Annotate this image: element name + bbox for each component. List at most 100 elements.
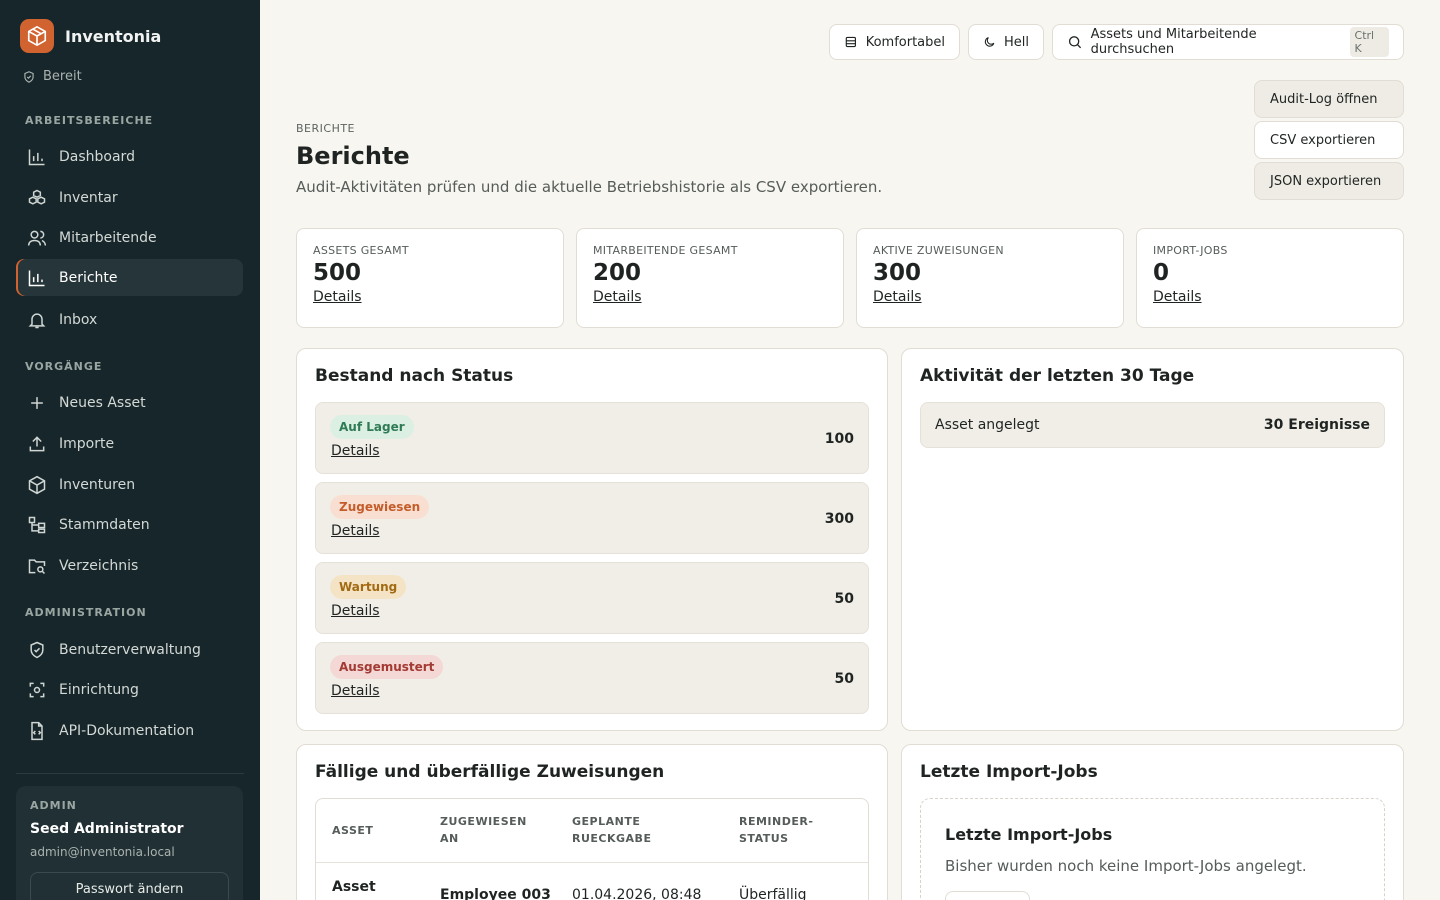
sidebar-item-einrichtung[interactable]: Einrichtung <box>16 671 243 708</box>
kpi-card-import-jobs: IMPORT-JOBS 0 Details <box>1136 228 1404 328</box>
sidebar-item-label: Neues Asset <box>59 394 146 411</box>
cell-asset[interactable]: Asset <box>332 879 376 896</box>
column-header-return: GEPLANTE RUECKGABE <box>572 815 652 845</box>
bell-icon <box>28 312 46 328</box>
status-count: 100 <box>824 431 854 447</box>
kpi-details-link[interactable]: Details <box>1153 289 1202 305</box>
sidebar-item-inbox[interactable]: Inbox <box>16 301 243 338</box>
theme-label: Hell <box>1004 34 1029 50</box>
import-jobs-panel: Letzte Import-Jobs Letzte Import-Jobs Bi… <box>901 744 1404 900</box>
kpi-value: 200 <box>593 260 642 286</box>
moon-icon <box>984 37 995 47</box>
status-details-link[interactable]: Details <box>331 683 380 699</box>
sidebar-item-benutzerverwaltung[interactable]: Benutzerverwaltung <box>16 631 243 668</box>
layout-icon <box>845 36 856 48</box>
nav-section-vorgaenge: VORGÄNGE <box>25 360 103 373</box>
kpi-details-link[interactable]: Details <box>313 289 362 305</box>
shield-icon <box>30 641 44 658</box>
kpi-label: IMPORT-JOBS <box>1153 244 1228 257</box>
cell-return-date: 01.04.2026, 08:48 <box>572 887 702 900</box>
bar-chart-icon <box>28 270 45 286</box>
status-label: Bereit <box>43 69 82 84</box>
sidebar-item-label: Inbox <box>59 311 98 328</box>
change-password-button[interactable]: Passwort ändern <box>30 872 229 900</box>
boxes-icon <box>28 189 46 205</box>
kpi-value: 500 <box>313 260 362 286</box>
due-assignments-table: ASSET ZUGEWIESEN AN GEPLANTE RUECKGABE R… <box>315 798 869 900</box>
panel-title: Aktivität der letzten 30 Tage <box>920 366 1195 386</box>
file-code-icon <box>31 721 43 740</box>
status-count: 50 <box>834 591 854 607</box>
package-icon <box>28 475 46 494</box>
sidebar-item-neues-asset[interactable]: Neues Asset <box>16 384 243 421</box>
panel-title: Bestand nach Status <box>315 366 514 386</box>
density-label: Komfortabel <box>865 34 945 50</box>
tree-icon <box>28 516 46 533</box>
column-header-assignee: ZUGEWIESEN AN <box>440 815 527 845</box>
sidebar-item-label: Mitarbeitende <box>59 229 157 246</box>
logo-cube-icon <box>20 19 54 53</box>
status-details-link[interactable]: Details <box>331 523 380 539</box>
sidebar-item-mitarbeitende[interactable]: Mitarbeitende <box>16 219 243 256</box>
export-csv-button[interactable]: CSV exportieren <box>1254 121 1404 159</box>
shield-check-icon <box>24 70 34 83</box>
status-details-link[interactable]: Details <box>331 603 380 619</box>
page-subtitle: Audit-Aktivitäten prüfen und die aktuell… <box>296 178 883 196</box>
kpi-value: 300 <box>873 260 922 286</box>
sidebar-item-label: Verzeichnis <box>59 557 139 574</box>
kpi-card-assets: ASSETS GESAMT 500 Details <box>296 228 564 328</box>
sidebar-item-label: Berichte <box>59 269 118 286</box>
panel-title: Fällige und überfällige Zuweisungen <box>315 762 665 782</box>
density-toggle-button[interactable]: Komfortabel <box>829 24 960 60</box>
sidebar-item-berichte[interactable]: Berichte <box>16 259 243 296</box>
sidebar-item-stammdaten[interactable]: Stammdaten <box>16 506 243 543</box>
app-name: Inventonia <box>65 26 162 46</box>
user-card: ADMIN Seed Administrator admin@inventoni… <box>16 786 243 900</box>
nav-section-arbeitsbereiche: ARBEITSBEREICHE <box>25 114 154 127</box>
kpi-label: MITARBEITENDE GESAMT <box>593 244 738 257</box>
kpi-details-link[interactable]: Details <box>873 289 922 305</box>
sidebar-item-label: Einrichtung <box>59 681 139 698</box>
sidebar-item-inventar[interactable]: Inventar <box>16 179 243 216</box>
sidebar-item-label: Inventuren <box>59 476 136 493</box>
status-details-link[interactable]: Details <box>331 443 380 459</box>
status-row-ausgemustert: Ausgemustert Details 50 <box>315 642 869 714</box>
sidebar-item-inventuren[interactable]: Inventuren <box>16 466 243 503</box>
sidebar-item-verzeichnis[interactable]: Verzeichnis <box>16 547 243 584</box>
column-header-asset: ASSET <box>332 824 374 837</box>
cell-assignee[interactable]: Employee 003 <box>440 887 551 900</box>
sidebar-item-label: API-Dokumentation <box>59 722 195 739</box>
export-json-button[interactable]: JSON exportieren <box>1254 162 1404 200</box>
activity-row: Asset angelegt 30 Ereignisse <box>920 402 1385 448</box>
sidebar-item-label: Inventar <box>59 189 118 206</box>
global-search-button[interactable]: Assets und Mitarbeitende durchsuchen Ctr… <box>1052 24 1404 60</box>
activity-panel: Aktivität der letzten 30 Tage Asset ange… <box>901 348 1404 731</box>
open-audit-log-button[interactable]: Audit-Log öffnen <box>1254 80 1404 118</box>
status-badge: Ausgemustert <box>330 655 444 679</box>
activity-label: Asset angelegt <box>935 417 1040 433</box>
status-row-zugewiesen: Zugewiesen Details 300 <box>315 482 869 554</box>
kpi-card-assignments: AKTIVE ZUWEISUNGEN 300 Details <box>856 228 1124 328</box>
kpi-value: 0 <box>1153 260 1170 286</box>
sidebar-item-dashboard[interactable]: Dashboard <box>16 138 243 175</box>
panel-title: Letzte Import-Jobs <box>920 762 1098 782</box>
sidebar-item-label: Importe <box>59 435 115 452</box>
status-badge: Zugewiesen <box>330 495 430 519</box>
theme-toggle-button[interactable]: Hell <box>968 24 1044 60</box>
sidebar-item-api-dokumentation[interactable]: API-Dokumentation <box>16 712 243 749</box>
status-row-wartung: Wartung Details 50 <box>315 562 869 634</box>
nav-section-administration: ADMINISTRATION <box>25 606 147 619</box>
brand[interactable]: Inventonia <box>20 19 161 53</box>
empty-state-button[interactable] <box>945 891 1030 900</box>
kpi-details-link[interactable]: Details <box>593 289 642 305</box>
user-role: ADMIN <box>30 799 77 812</box>
status-badge: Auf Lager <box>330 415 414 439</box>
kpi-label: ASSETS GESAMT <box>313 244 409 257</box>
status-row-auf-lager: Auf Lager Details 100 <box>315 402 869 474</box>
kpi-card-employees: MITARBEITENDE GESAMT 200 Details <box>576 228 844 328</box>
settings-scan-icon <box>29 682 45 697</box>
inventory-status-panel: Bestand nach Status Auf Lager Details 10… <box>296 348 888 731</box>
status-count: 50 <box>834 671 854 687</box>
sidebar-item-importe[interactable]: Importe <box>16 425 243 462</box>
folder-search-icon <box>28 558 46 574</box>
